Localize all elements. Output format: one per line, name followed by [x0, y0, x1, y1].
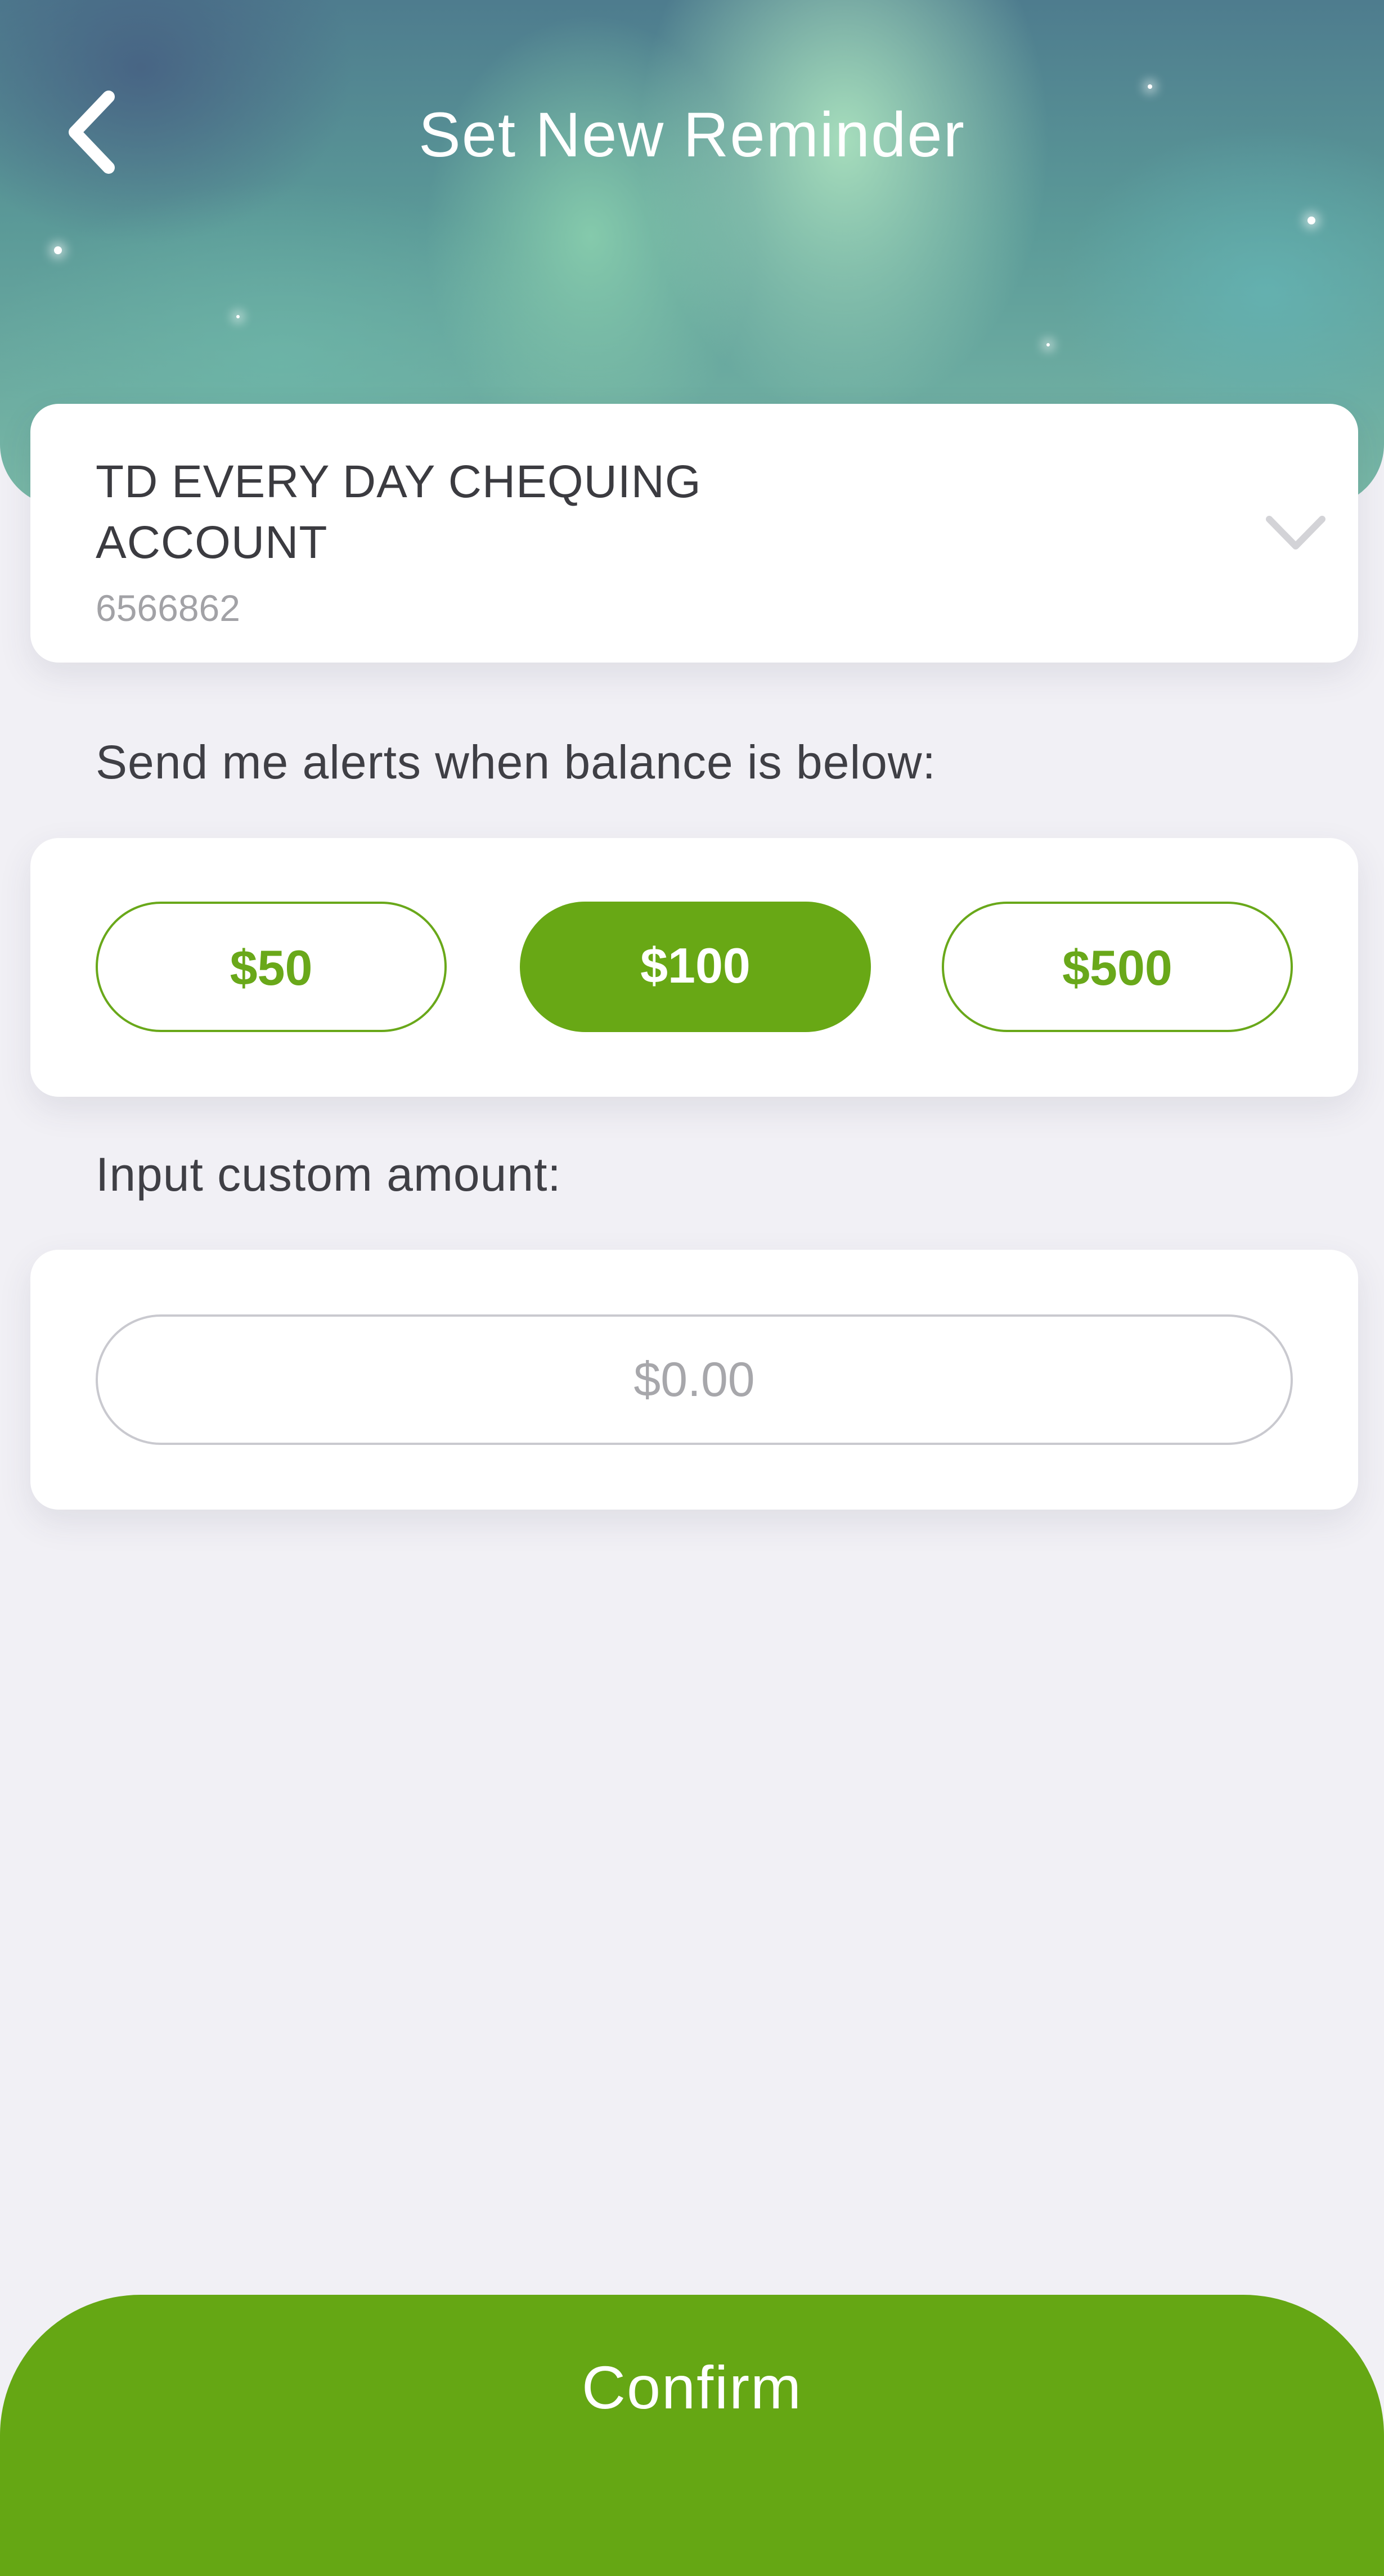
account-number: 6566862 [96, 587, 240, 629]
amount-option-100[interactable]: $100 [520, 902, 871, 1032]
custom-amount-input[interactable] [96, 1314, 1293, 1445]
account-name: TD EVERY DAY CHEQUING ACCOUNT [96, 456, 702, 568]
star-decoration [1046, 343, 1050, 346]
custom-amount-card [30, 1250, 1358, 1510]
star-decoration [54, 246, 62, 254]
custom-amount-label: Input custom amount: [96, 1148, 561, 1201]
star-decoration [236, 315, 240, 318]
star-decoration [1148, 84, 1152, 89]
star-decoration [1307, 217, 1315, 224]
page-title: Set New Reminder [419, 100, 965, 170]
preset-amount-card: $50 $100 $500 [30, 838, 1358, 1097]
chevron-down-icon[interactable] [1265, 514, 1327, 553]
alert-threshold-label: Send me alerts when balance is below: [96, 736, 936, 789]
account-selector[interactable]: TD EVERY DAY CHEQUING ACCOUNT 6566862 [30, 404, 1358, 663]
confirm-button[interactable]: Confirm [0, 2295, 1384, 2576]
amount-option-50[interactable]: $50 [96, 902, 447, 1032]
amount-option-500[interactable]: $500 [942, 902, 1293, 1032]
